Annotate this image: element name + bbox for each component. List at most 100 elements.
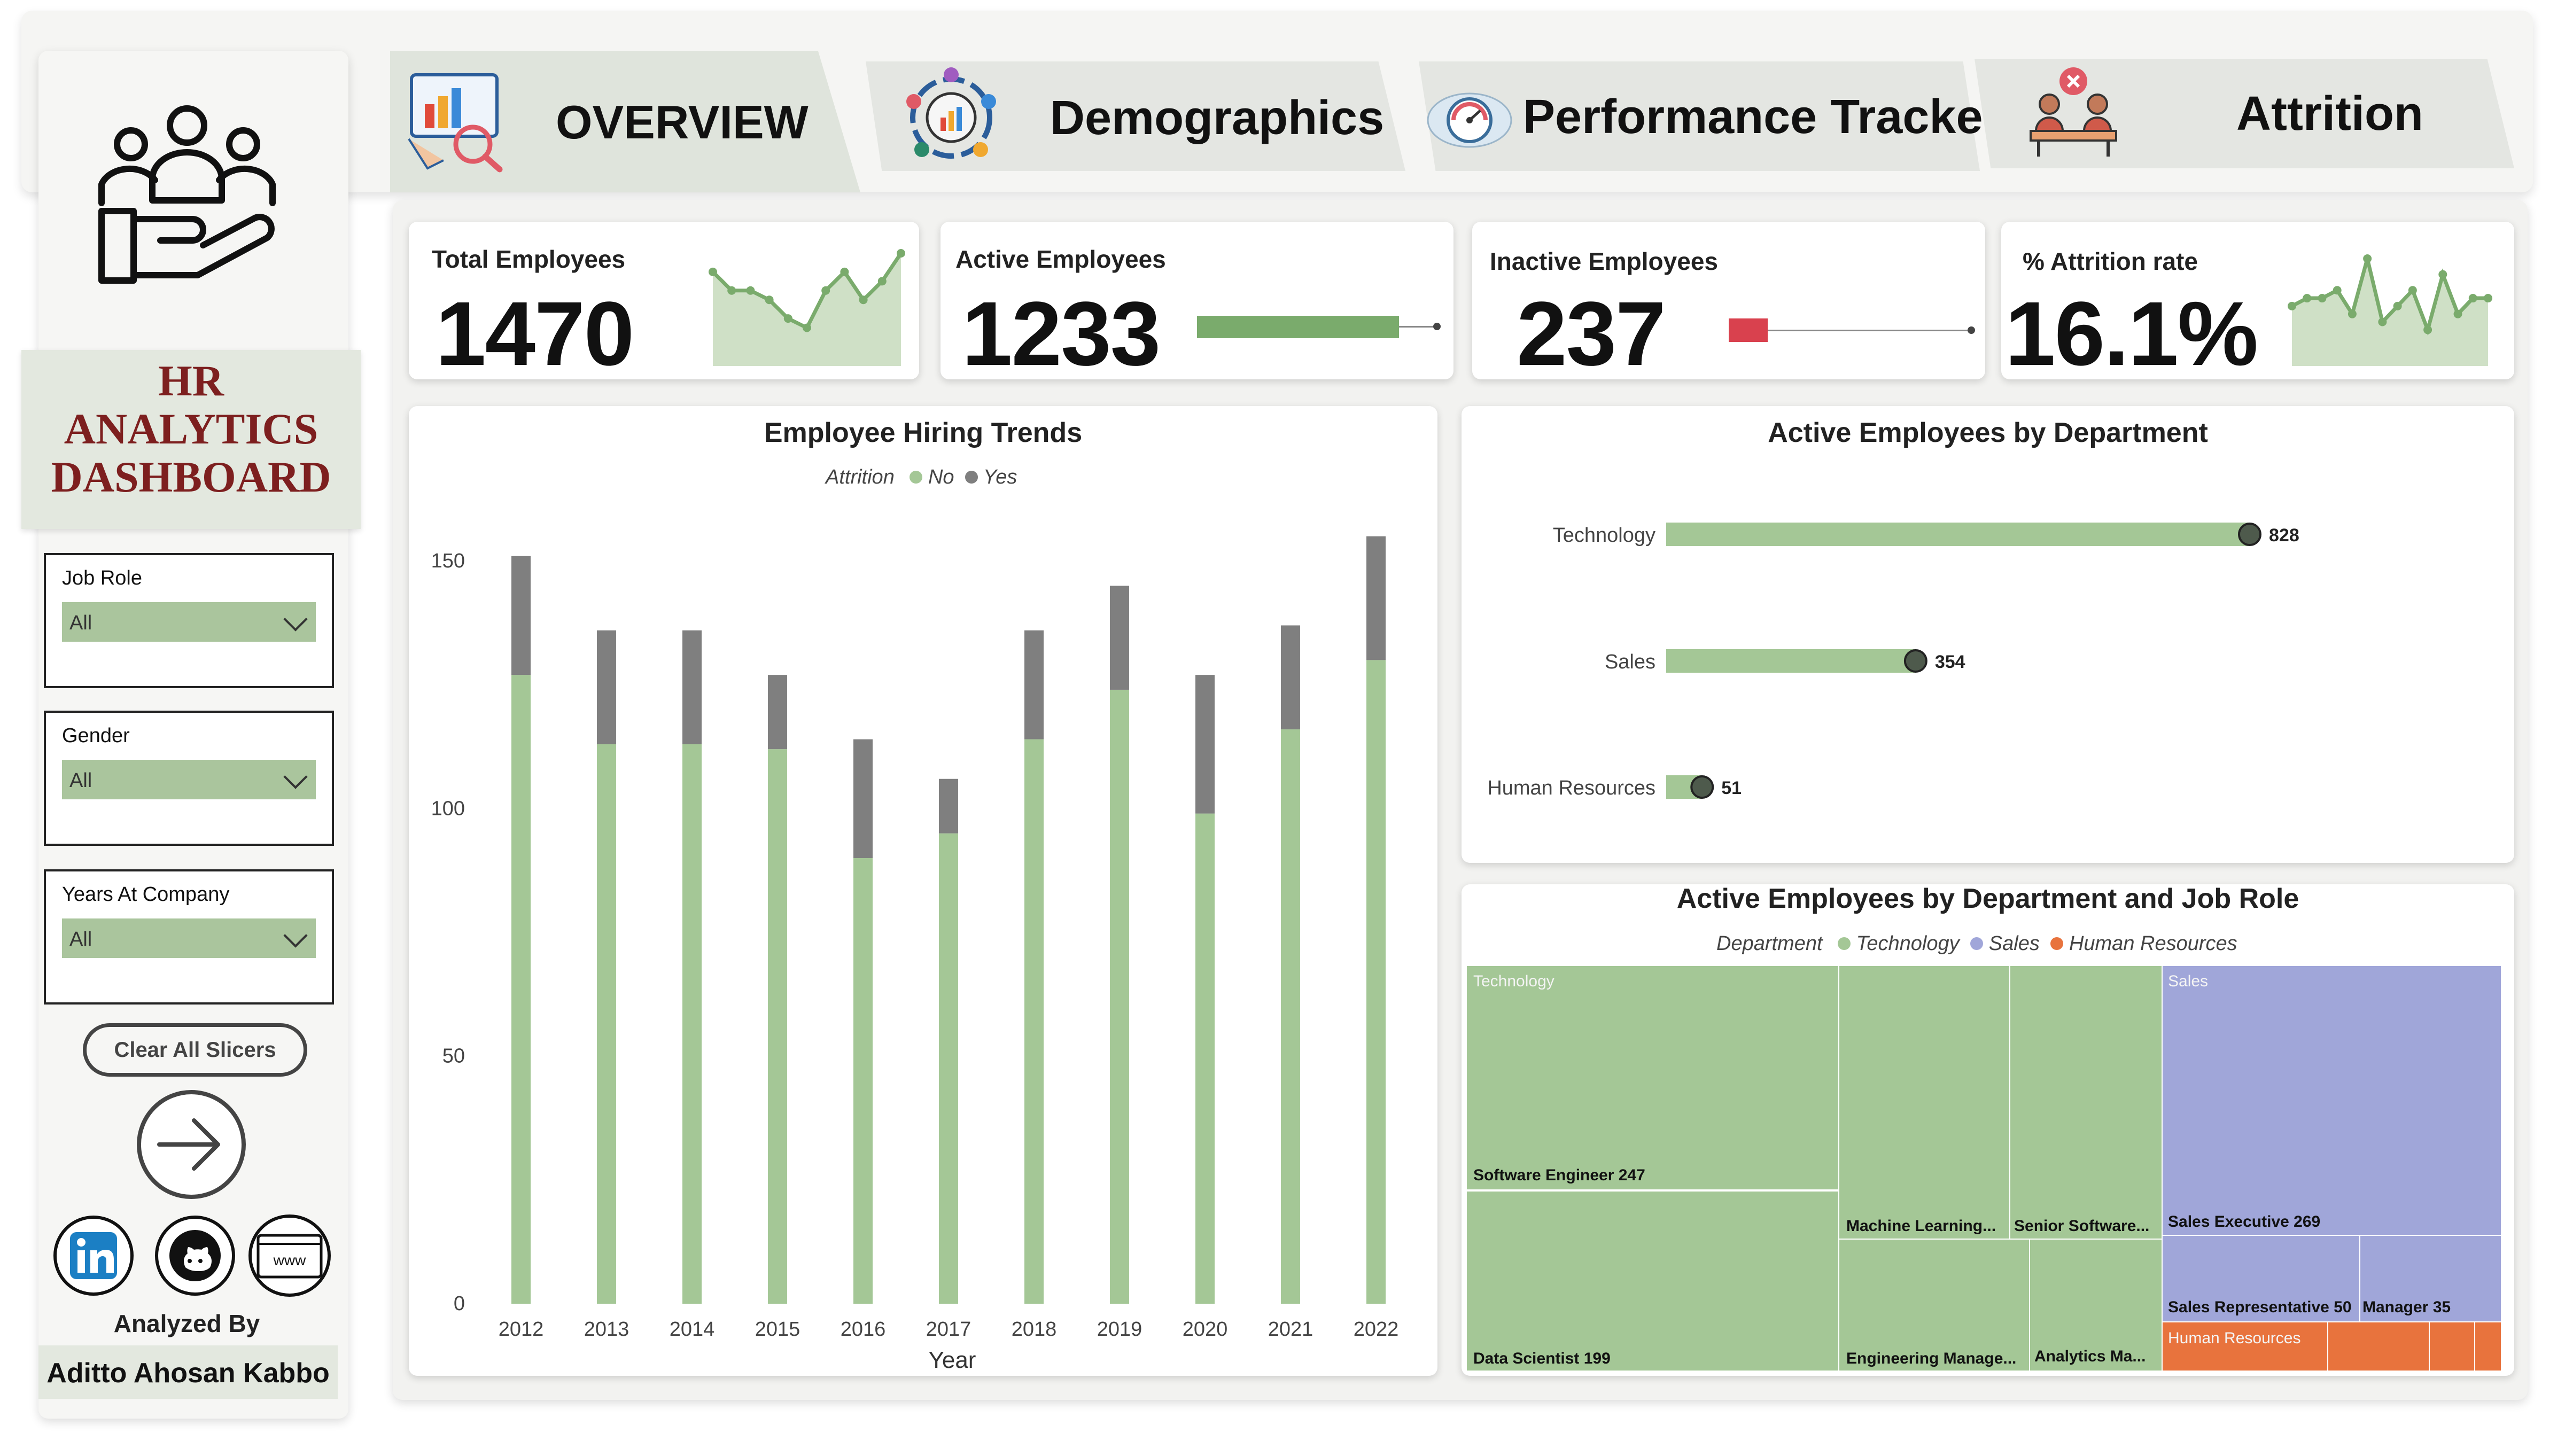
department-value-label: 51	[1721, 778, 1742, 798]
treemap-group-label: Human Resources	[2168, 1329, 2301, 1347]
treemap-tile-data-scientist[interactable]	[1467, 1192, 1839, 1371]
department-value-label: 828	[2269, 525, 2299, 546]
bar-no	[597, 744, 616, 1304]
treemap-tile-senior-software[interactable]	[2010, 966, 2162, 1240]
bar-no	[1366, 660, 1386, 1304]
sparkline-area	[713, 253, 901, 366]
inactive-progress-dot	[1968, 326, 1975, 334]
treemap-tile-hr-2[interactable]	[2328, 1321, 2430, 1371]
department-bar-end-dot	[2238, 523, 2261, 546]
sparkline-point	[2303, 294, 2312, 303]
bar-no	[939, 833, 958, 1304]
analyst-name: Aditto Ahosan Kabbo	[46, 1358, 330, 1389]
chart-title: Active Employees by Department and Job R…	[1676, 883, 2299, 914]
bar-yes	[939, 778, 958, 834]
treemap-tile-hr-4[interactable]	[2475, 1321, 2501, 1371]
employee-leaving-icon	[2030, 67, 2117, 157]
sparkline-point	[2408, 286, 2417, 295]
legend-label-technology: Technology	[1856, 932, 1960, 955]
dropdown-value: All	[69, 612, 92, 634]
legend-label-hr: Human Resources	[2069, 932, 2237, 955]
treemap-label: Software Engineer 247	[1473, 1166, 1645, 1184]
treemap-tile-machine-learning[interactable]	[1839, 966, 2010, 1240]
gender-dropdown[interactable]: All	[62, 760, 316, 799]
y-tick-label: 100	[431, 797, 465, 820]
hiring-trends-chart: 0 50 100 150 2012 2013 2014 2015 2016 2017 2018 201…	[431, 536, 1398, 1373]
linkedin-icon[interactable]	[51, 1213, 136, 1298]
attrition-rate-sparkline	[2288, 254, 2492, 366]
department-label: Technology	[1553, 524, 1655, 547]
slicer-job-role: Job Role All	[44, 553, 334, 688]
sparkline-point	[2318, 294, 2327, 303]
slicer-gender: Gender All	[44, 711, 334, 846]
inactive-progress-bar	[1729, 318, 1768, 342]
job-role-dropdown[interactable]: All	[62, 602, 316, 642]
bar-no	[1195, 813, 1215, 1304]
bar-no	[853, 858, 873, 1304]
chevron-down-icon	[283, 607, 308, 632]
treemap-legend: Department Technology Sales Human Resour…	[1716, 932, 2237, 955]
bar-no	[768, 749, 787, 1304]
arrow-right-icon[interactable]	[135, 1088, 247, 1201]
department-label: Sales	[1605, 651, 1655, 673]
treemap-label: Analytics Ma...	[2034, 1348, 2146, 1365]
sparkline-point	[783, 314, 792, 323]
years-dropdown[interactable]: All	[62, 918, 316, 958]
sparkline-point	[2423, 325, 2432, 334]
bar-yes	[853, 739, 873, 858]
x-tick-label: 2013	[584, 1318, 629, 1341]
title-line-2: ANALYTICS	[64, 404, 318, 453]
tab-label: Attrition	[2236, 87, 2423, 141]
treemap-group-label: Sales	[2168, 972, 2209, 990]
department-bar	[1666, 649, 1916, 673]
department-bar-end-dot	[1690, 775, 1714, 799]
y-tick-label: 0	[454, 1293, 465, 1315]
x-tick-label: 2016	[841, 1318, 886, 1341]
treemap-group-label: Technology	[1473, 972, 1554, 990]
sparkline-point	[765, 295, 774, 305]
bar-yes	[1024, 630, 1044, 739]
treemap-tile-hr-3[interactable]	[2430, 1321, 2475, 1371]
bar-no	[682, 744, 702, 1304]
bar-no	[1281, 729, 1300, 1304]
y-tick-label: 150	[431, 550, 465, 572]
kpi-value: 1233	[962, 283, 1161, 385]
x-tick-label: 2012	[499, 1318, 544, 1341]
sparkline-point	[2333, 286, 2342, 295]
bar-yes	[1281, 625, 1300, 730]
sparkline-point	[2453, 309, 2462, 318]
x-tick-label: 2015	[755, 1318, 800, 1341]
sparkline-point	[859, 295, 868, 305]
x-tick-label: 2018	[1012, 1318, 1057, 1341]
sparkline-point	[803, 323, 811, 332]
treemap-tile-software-engineer[interactable]	[1467, 966, 1839, 1190]
bar-no	[1024, 739, 1044, 1304]
bar-yes	[1366, 536, 1386, 660]
tab-label: Performance Tracker	[1523, 90, 2002, 144]
treemap-tile-sales-executive[interactable]	[2163, 966, 2501, 1236]
tab-label: OVERVIEW	[556, 96, 809, 149]
website-icon[interactable]: www	[243, 1213, 337, 1298]
sparkline-point	[2363, 254, 2372, 263]
title-line-3: DASHBOARD	[51, 453, 331, 501]
total-employees-sparkline	[709, 249, 905, 366]
bar-yes	[768, 675, 787, 750]
treemap-label: Sales Representative 50	[2168, 1298, 2352, 1316]
sparkline-point	[840, 267, 849, 276]
legend-title: Department	[1716, 932, 1823, 955]
sparkline-point	[877, 277, 887, 286]
dropdown-value: All	[69, 769, 92, 792]
sparkline-point	[897, 249, 905, 258]
title-line-1: HR	[158, 356, 224, 405]
tab-label: Demographics	[1050, 91, 1385, 145]
department-bar-chart: Technology 828 Sales 354 Human Resources 51	[1487, 523, 2299, 799]
github-icon[interactable]	[152, 1213, 238, 1298]
treemap-label: Sales Executive 269	[2168, 1213, 2321, 1231]
department-bar	[1666, 523, 2250, 546]
sparkline-point	[746, 286, 755, 295]
x-tick-label: 2020	[1183, 1318, 1228, 1341]
department-bar-end-dot	[1903, 649, 1927, 673]
department-label: Human Resources	[1487, 777, 1655, 799]
clear-slicers-button[interactable]: Clear All Slicers	[83, 1023, 307, 1077]
slicer-label: Gender	[62, 725, 130, 747]
